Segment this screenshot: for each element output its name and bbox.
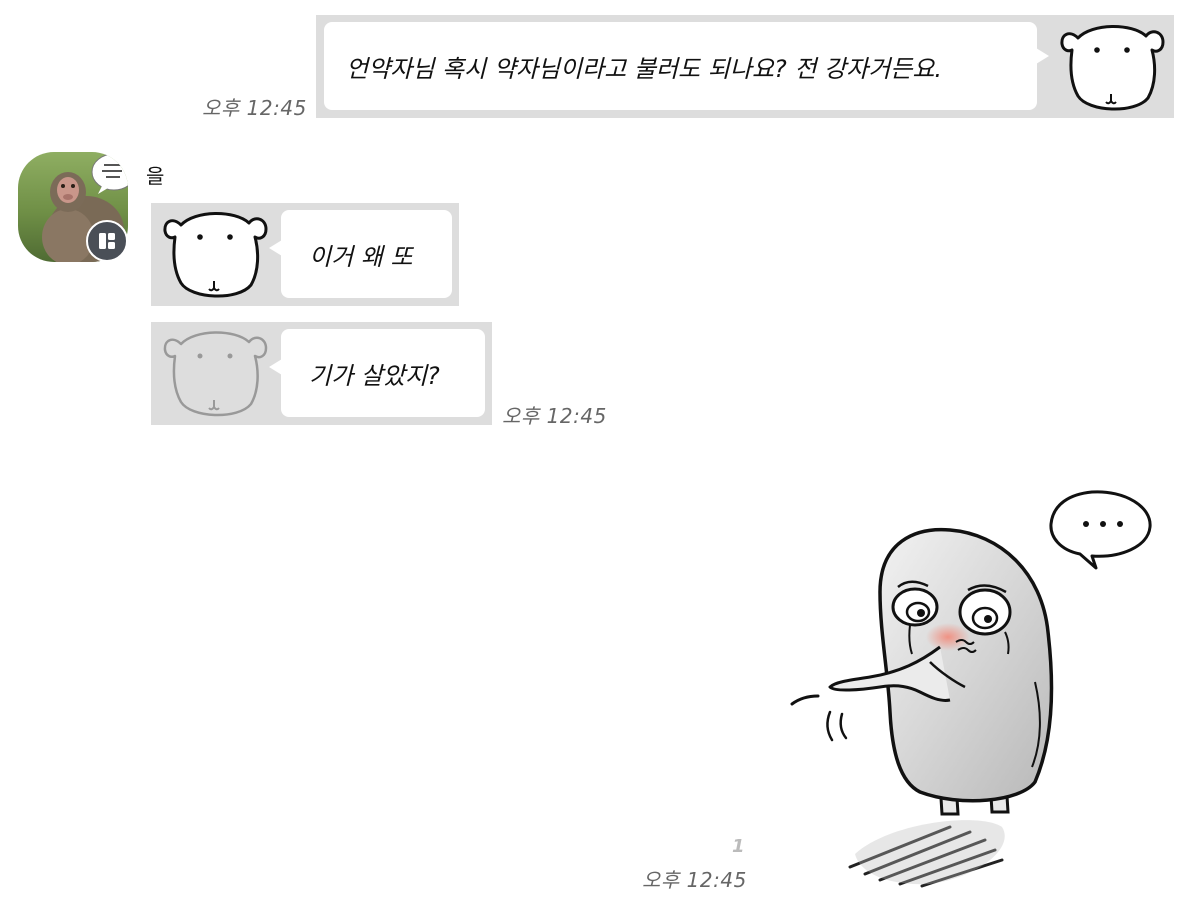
dog-face-faded-icon — [163, 331, 268, 417]
message-text: 기가 살았지? — [309, 361, 440, 390]
badge-glyph-icon — [99, 233, 115, 249]
emoticon-message-incoming-2[interactable]: 기가 살았지? — [151, 322, 492, 425]
unread-count: 1 — [732, 836, 745, 857]
message-text: 이거 왜 또 — [309, 242, 413, 271]
emoticon-message-outgoing[interactable]: 언약자님 혹시 약자님이라고 불러도 되나요? 전 강자거든요. — [316, 15, 1174, 118]
message-time: 오후 12:45 — [202, 96, 307, 120]
message-bubble[interactable]: 기가 살았지? — [269, 329, 485, 417]
crying-ghost-sticker-icon[interactable] — [780, 482, 1160, 892]
message-bubble[interactable]: 언약자님 혹시 약자님이라고 불러도 되나요? 전 강자거든요. — [324, 22, 1049, 110]
dog-face-icon — [163, 212, 268, 298]
message-time: 오후 12:45 — [502, 404, 607, 428]
dog-face-icon — [1060, 25, 1165, 111]
message-bubble[interactable]: 이거 왜 또 — [269, 210, 452, 298]
message-time: 오후 12:45 — [642, 868, 747, 892]
chat-screen: 오후 12:45 언약자님 혹시 약자님이라고 불러도 되나요? 전 강자거든요… — [0, 0, 1200, 904]
sender-name: 을 — [146, 164, 165, 188]
emoticon-message-incoming-1[interactable]: 이거 왜 또 — [151, 203, 459, 306]
profile-badge-icon[interactable] — [86, 220, 128, 262]
message-text: 언약자님 혹시 약자님이라고 불러도 되나요? 전 강자거든요. — [346, 54, 943, 83]
